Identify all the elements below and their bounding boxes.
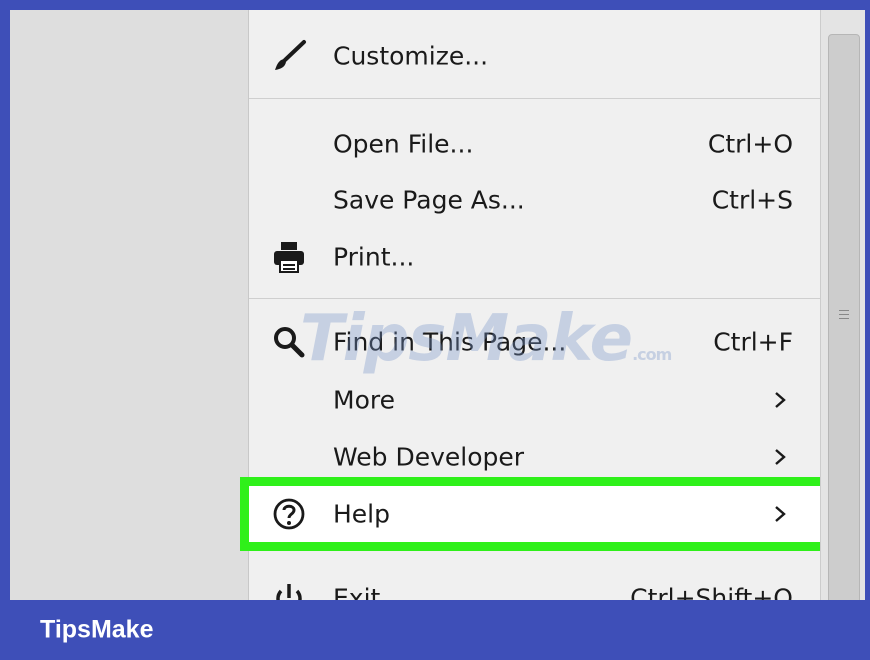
menu-item-label: Exit bbox=[333, 583, 381, 601]
brand-name: TipsMake bbox=[40, 615, 154, 644]
screenshot-frame: Customize... Open File... Ctrl+O Save Pa… bbox=[10, 10, 865, 600]
question-circle-icon bbox=[273, 498, 305, 530]
menu-item-label: Save Page As... bbox=[333, 185, 525, 215]
menu-item-label: Open File... bbox=[333, 129, 474, 159]
menu-item-label: Customize... bbox=[333, 41, 489, 71]
menu-item-help[interactable]: Help bbox=[240, 477, 830, 551]
shortcut-text: Ctrl+Shift+Q bbox=[630, 583, 793, 601]
menu-item-label: More bbox=[333, 385, 395, 415]
chevron-right-icon bbox=[775, 506, 786, 522]
menu-item-open-file[interactable]: Open File... Ctrl+O bbox=[249, 116, 821, 172]
menu-item-label: Print... bbox=[333, 242, 415, 272]
printer-icon bbox=[274, 242, 304, 273]
search-icon bbox=[274, 327, 305, 358]
menu-item-more[interactable]: More bbox=[249, 372, 821, 428]
menu-item-find-in-page[interactable]: Find in This Page... Ctrl+F bbox=[249, 314, 821, 370]
menu-item-customize[interactable]: Customize... bbox=[249, 28, 821, 84]
menu-item-print[interactable]: Print... bbox=[249, 229, 821, 285]
shortcut-text: Ctrl+S bbox=[711, 185, 793, 215]
menu-scrollbar[interactable] bbox=[820, 10, 865, 600]
menu-item-save-page-as[interactable]: Save Page As... Ctrl+S bbox=[249, 172, 821, 228]
scroll-grip-icon bbox=[839, 310, 849, 322]
footer-banner: TipsMake bbox=[0, 600, 870, 660]
power-icon bbox=[276, 584, 302, 600]
shortcut-text: Ctrl+F bbox=[713, 327, 793, 357]
browser-content-pane bbox=[10, 10, 248, 600]
chevron-right-icon bbox=[775, 449, 786, 465]
scrollbar-thumb[interactable] bbox=[828, 34, 860, 600]
app-menu-panel: Customize... Open File... Ctrl+O Save Pa… bbox=[240, 10, 830, 600]
chevron-right-icon bbox=[775, 392, 786, 408]
paintbrush-icon bbox=[275, 40, 306, 70]
menu-separator bbox=[249, 98, 821, 99]
menu-item-label: Find in This Page... bbox=[333, 327, 567, 357]
menu-item-web-developer[interactable]: Web Developer bbox=[249, 429, 821, 485]
menu-item-exit[interactable]: Exit Ctrl+Shift+Q bbox=[249, 570, 821, 600]
menu-separator bbox=[249, 298, 821, 299]
menu-item-label: Web Developer bbox=[333, 442, 525, 472]
shortcut-text: Ctrl+O bbox=[707, 129, 793, 159]
menu-item-label: Help bbox=[333, 499, 390, 529]
